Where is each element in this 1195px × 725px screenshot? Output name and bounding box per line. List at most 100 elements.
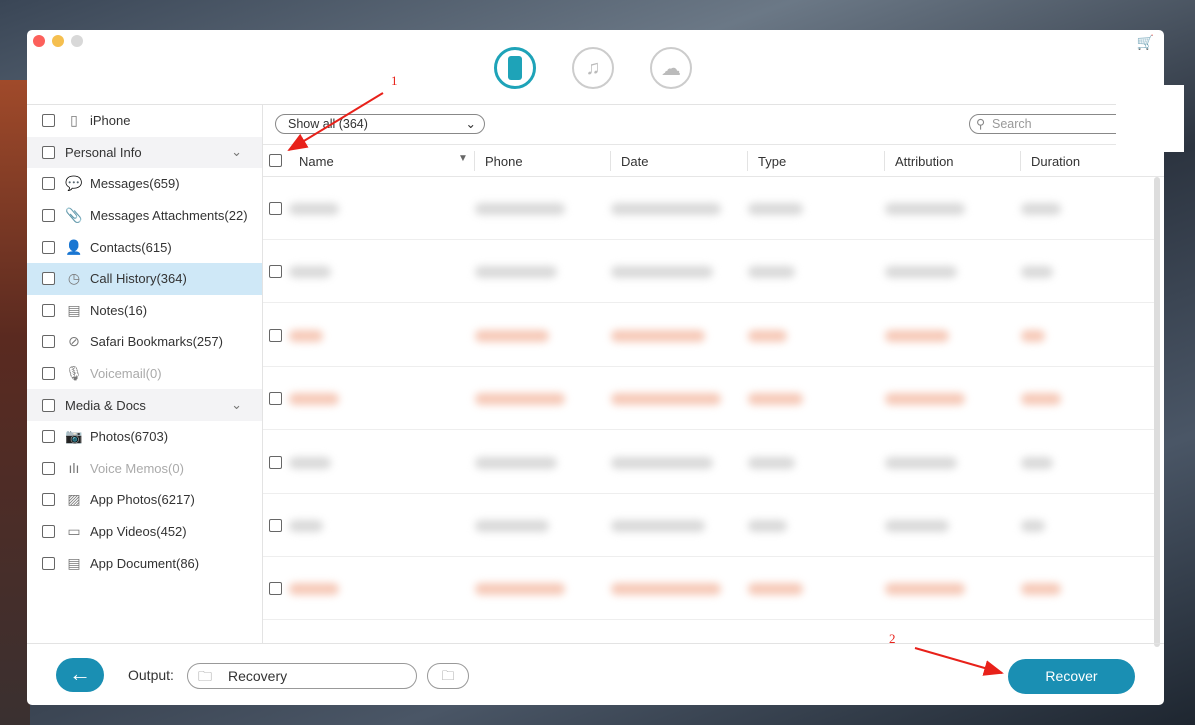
sidebar-item-label: Contacts(615) (90, 239, 172, 255)
checkbox[interactable] (42, 461, 55, 475)
recover-from-icloud-button[interactable]: ☁ (650, 47, 692, 89)
table-header: Name Phone Date Type Attribution Duration ▼ (263, 144, 1164, 177)
checkbox[interactable] (42, 367, 55, 381)
output-path-value: Recovery (228, 668, 288, 684)
table-row[interactable] (263, 494, 1156, 557)
recover-button[interactable]: Recover (1008, 659, 1135, 694)
column-divider (747, 151, 748, 171)
sidebar-item[interactable]: ▭ App Videos(452) (27, 516, 262, 548)
row-checkbox[interactable] (269, 455, 282, 469)
sidebar-device[interactable]: ▯ iPhone (27, 105, 262, 137)
row-checkbox[interactable] (269, 519, 282, 532)
blurred-cell (1021, 456, 1053, 469)
checkbox[interactable] (42, 145, 55, 159)
sidebar-item-label: Messages(659) (90, 176, 180, 192)
row-checkbox[interactable] (269, 328, 282, 342)
sidebar-item[interactable]: ▤ App Document(86) (27, 547, 262, 579)
window-controls (33, 35, 83, 47)
scrollbar[interactable] (1154, 177, 1160, 647)
table-row[interactable] (263, 304, 1156, 367)
filter-dropdown[interactable]: Show all (364) ⌄ (275, 114, 485, 134)
message-icon: 💬 (65, 175, 83, 192)
sort-icon[interactable]: ▼ (458, 153, 468, 164)
zoom-button[interactable] (71, 35, 83, 47)
sidebar-item[interactable]: 💬 Messages(659) (27, 168, 262, 200)
output-path-field[interactable]: 🗀 Recovery (187, 663, 417, 689)
blurred-cell (1021, 329, 1045, 342)
video-icon: ▭ (67, 523, 81, 540)
compass-icon: ⊘ (68, 333, 80, 350)
notes-icon: ▤ (67, 301, 81, 318)
table-row[interactable] (263, 367, 1156, 431)
blurred-cell (748, 266, 795, 279)
blurred-cell (1021, 203, 1061, 215)
close-button[interactable] (33, 35, 45, 47)
column-divider (1020, 151, 1021, 171)
checkbox[interactable] (42, 177, 55, 191)
sidebar-group[interactable]: Personal Info ⌄ (27, 136, 262, 169)
blurred-cell (748, 329, 787, 342)
blurred-cell (1021, 520, 1045, 532)
browse-folder-button[interactable]: 🗀 (427, 663, 469, 689)
checkbox[interactable] (42, 525, 55, 539)
sidebar-item[interactable]: ▨ App Photos(6217) (27, 484, 262, 516)
music-note-icon: ♫ (585, 56, 601, 79)
row-checkbox[interactable] (269, 265, 282, 279)
sidebar-item[interactable]: ▤ Notes(16) (27, 295, 262, 327)
blurred-cell (611, 266, 713, 279)
sidebar-item-label: Notes(16) (90, 302, 148, 318)
select-all-checkbox[interactable] (269, 154, 282, 167)
sidebar-item[interactable]: 📷 Photos(6703) (27, 421, 262, 453)
checkbox[interactable] (42, 335, 55, 349)
row-checkbox[interactable] (269, 392, 282, 406)
checkbox[interactable] (42, 272, 55, 286)
blurred-cell (475, 203, 565, 215)
column-header[interactable]: Date (621, 154, 648, 169)
sidebar-item[interactable]: ılı Voice Memos(0) (27, 453, 262, 485)
sidebar-item-label: Messages Attachments(22) (90, 208, 248, 224)
table-row[interactable] (263, 557, 1156, 621)
blurred-cell (611, 520, 705, 532)
chevron-down-icon: ⌄ (231, 397, 242, 413)
row-checkbox[interactable] (269, 202, 282, 215)
checkbox[interactable] (42, 398, 55, 412)
sidebar-item[interactable]: 🎙 Voicemail(0) (27, 358, 262, 390)
sidebar-item-label: Call History(364) (90, 271, 187, 287)
table-row[interactable] (263, 177, 1156, 240)
back-button[interactable]: ← (56, 658, 104, 692)
sidebar-item[interactable]: ⊘ Safari Bookmarks(257) (27, 326, 262, 358)
minimize-button[interactable] (52, 35, 64, 47)
group-label: Media & Docs (65, 397, 146, 413)
mode-switcher: ♫ ☁ (494, 47, 692, 89)
clock-icon: ◷ (67, 270, 81, 287)
sidebar-item-label: App Document(86) (90, 555, 200, 571)
checkbox[interactable] (42, 114, 55, 128)
sidebar-item[interactable]: 👤 Contacts(615) (27, 231, 262, 263)
checkbox[interactable] (42, 209, 55, 223)
column-header[interactable]: Name (299, 154, 334, 169)
checkbox[interactable] (42, 303, 55, 317)
row-checkbox[interactable] (269, 582, 282, 596)
filter-value: Show all (364) (288, 117, 368, 131)
recover-from-itunes-button[interactable]: ♫ (572, 47, 614, 89)
blurred-cell (748, 520, 787, 532)
sidebar-group[interactable]: Media & Docs ⌄ (27, 389, 262, 421)
column-header[interactable]: Type (758, 154, 786, 169)
column-header[interactable]: Phone (485, 154, 523, 169)
sidebar-item[interactable]: 📎 Messages Attachments(22) (27, 200, 262, 232)
checkbox[interactable] (42, 493, 55, 507)
checkbox[interactable] (42, 430, 55, 444)
group-label: Personal Info (65, 144, 142, 160)
desktop-background (0, 80, 30, 725)
output-label: Output: (128, 667, 174, 683)
checkbox[interactable] (42, 240, 55, 254)
checkbox[interactable] (42, 556, 55, 570)
table-row[interactable] (263, 240, 1156, 304)
sidebar-item[interactable]: ◷ Call History(364) (27, 262, 262, 295)
recover-from-device-button[interactable] (494, 47, 536, 89)
overlay-patch (1116, 85, 1184, 152)
column-header[interactable]: Attribution (895, 154, 954, 169)
column-header[interactable]: Duration (1031, 154, 1080, 169)
table-row[interactable] (263, 431, 1156, 494)
cart-icon[interactable]: 🛒 (1137, 34, 1154, 51)
